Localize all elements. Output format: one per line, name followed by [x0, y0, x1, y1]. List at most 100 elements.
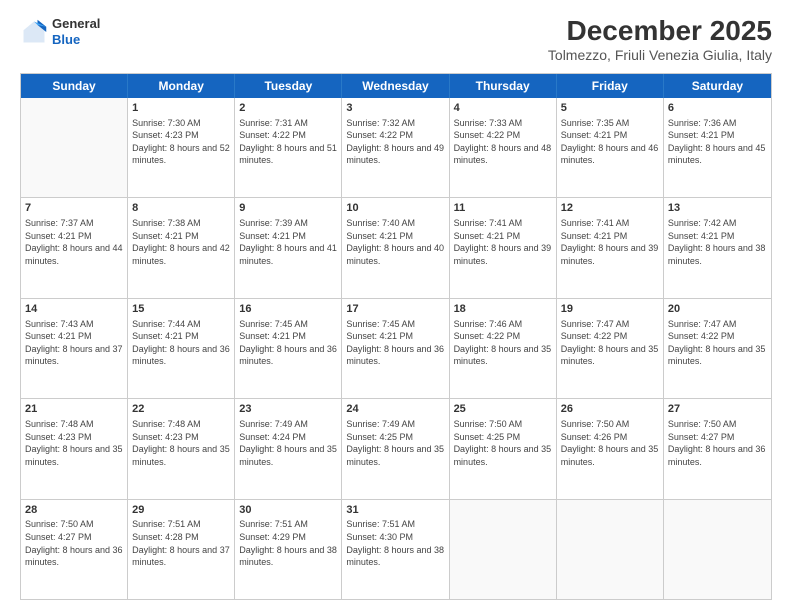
logo-blue-text: Blue [52, 32, 100, 48]
calendar-cell: 23Sunrise: 7:49 AMSunset: 4:24 PMDayligh… [235, 399, 342, 498]
calendar-cell: 21Sunrise: 7:48 AMSunset: 4:23 PMDayligh… [21, 399, 128, 498]
day-number: 16 [239, 302, 337, 317]
calendar-body: 1Sunrise: 7:30 AMSunset: 4:23 PMDaylight… [21, 98, 771, 599]
day-info: Sunrise: 7:47 AMSunset: 4:22 PMDaylight:… [668, 318, 767, 368]
day-info: Sunrise: 7:32 AMSunset: 4:22 PMDaylight:… [346, 117, 444, 167]
day-number: 27 [668, 402, 767, 417]
calendar-cell: 26Sunrise: 7:50 AMSunset: 4:26 PMDayligh… [557, 399, 664, 498]
day-number: 28 [25, 503, 123, 518]
calendar-cell: 5Sunrise: 7:35 AMSunset: 4:21 PMDaylight… [557, 98, 664, 197]
calendar-cell: 4Sunrise: 7:33 AMSunset: 4:22 PMDaylight… [450, 98, 557, 197]
calendar-cell: 15Sunrise: 7:44 AMSunset: 4:21 PMDayligh… [128, 299, 235, 398]
day-number: 17 [346, 302, 444, 317]
calendar-cell: 19Sunrise: 7:47 AMSunset: 4:22 PMDayligh… [557, 299, 664, 398]
day-number: 29 [132, 503, 230, 518]
day-info: Sunrise: 7:51 AMSunset: 4:29 PMDaylight:… [239, 518, 337, 568]
day-number: 8 [132, 201, 230, 216]
calendar-cell: 14Sunrise: 7:43 AMSunset: 4:21 PMDayligh… [21, 299, 128, 398]
day-info: Sunrise: 7:44 AMSunset: 4:21 PMDaylight:… [132, 318, 230, 368]
calendar-header-cell: Saturday [664, 74, 771, 98]
day-info: Sunrise: 7:38 AMSunset: 4:21 PMDaylight:… [132, 217, 230, 267]
day-number: 25 [454, 402, 552, 417]
calendar-cell: 31Sunrise: 7:51 AMSunset: 4:30 PMDayligh… [342, 500, 449, 599]
calendar-header-cell: Monday [128, 74, 235, 98]
calendar-row: 7Sunrise: 7:37 AMSunset: 4:21 PMDaylight… [21, 198, 771, 298]
day-number: 5 [561, 101, 659, 116]
day-info: Sunrise: 7:47 AMSunset: 4:22 PMDaylight:… [561, 318, 659, 368]
day-info: Sunrise: 7:50 AMSunset: 4:27 PMDaylight:… [25, 518, 123, 568]
day-number: 18 [454, 302, 552, 317]
calendar-cell [664, 500, 771, 599]
day-number: 2 [239, 101, 337, 116]
calendar-cell: 25Sunrise: 7:50 AMSunset: 4:25 PMDayligh… [450, 399, 557, 498]
day-info: Sunrise: 7:40 AMSunset: 4:21 PMDaylight:… [346, 217, 444, 267]
calendar-cell: 6Sunrise: 7:36 AMSunset: 4:21 PMDaylight… [664, 98, 771, 197]
day-info: Sunrise: 7:41 AMSunset: 4:21 PMDaylight:… [561, 217, 659, 267]
title-block: December 2025 Tolmezzo, Friuli Venezia G… [548, 16, 772, 63]
day-info: Sunrise: 7:33 AMSunset: 4:22 PMDaylight:… [454, 117, 552, 167]
day-info: Sunrise: 7:46 AMSunset: 4:22 PMDaylight:… [454, 318, 552, 368]
calendar: SundayMondayTuesdayWednesdayThursdayFrid… [20, 73, 772, 600]
day-number: 26 [561, 402, 659, 417]
calendar-header: SundayMondayTuesdayWednesdayThursdayFrid… [21, 74, 771, 98]
calendar-row: 1Sunrise: 7:30 AMSunset: 4:23 PMDaylight… [21, 98, 771, 198]
calendar-cell: 9Sunrise: 7:39 AMSunset: 4:21 PMDaylight… [235, 198, 342, 297]
day-number: 11 [454, 201, 552, 216]
calendar-cell: 7Sunrise: 7:37 AMSunset: 4:21 PMDaylight… [21, 198, 128, 297]
day-number: 12 [561, 201, 659, 216]
day-info: Sunrise: 7:30 AMSunset: 4:23 PMDaylight:… [132, 117, 230, 167]
calendar-cell: 22Sunrise: 7:48 AMSunset: 4:23 PMDayligh… [128, 399, 235, 498]
day-info: Sunrise: 7:50 AMSunset: 4:26 PMDaylight:… [561, 418, 659, 468]
day-info: Sunrise: 7:45 AMSunset: 4:21 PMDaylight:… [346, 318, 444, 368]
calendar-cell: 11Sunrise: 7:41 AMSunset: 4:21 PMDayligh… [450, 198, 557, 297]
day-number: 15 [132, 302, 230, 317]
day-info: Sunrise: 7:49 AMSunset: 4:25 PMDaylight:… [346, 418, 444, 468]
calendar-row: 21Sunrise: 7:48 AMSunset: 4:23 PMDayligh… [21, 399, 771, 499]
day-number: 22 [132, 402, 230, 417]
day-info: Sunrise: 7:48 AMSunset: 4:23 PMDaylight:… [25, 418, 123, 468]
calendar-cell: 2Sunrise: 7:31 AMSunset: 4:22 PMDaylight… [235, 98, 342, 197]
day-info: Sunrise: 7:39 AMSunset: 4:21 PMDaylight:… [239, 217, 337, 267]
day-info: Sunrise: 7:35 AMSunset: 4:21 PMDaylight:… [561, 117, 659, 167]
day-info: Sunrise: 7:50 AMSunset: 4:27 PMDaylight:… [668, 418, 767, 468]
day-info: Sunrise: 7:50 AMSunset: 4:25 PMDaylight:… [454, 418, 552, 468]
day-number: 23 [239, 402, 337, 417]
day-info: Sunrise: 7:37 AMSunset: 4:21 PMDaylight:… [25, 217, 123, 267]
calendar-cell: 28Sunrise: 7:50 AMSunset: 4:27 PMDayligh… [21, 500, 128, 599]
day-info: Sunrise: 7:49 AMSunset: 4:24 PMDaylight:… [239, 418, 337, 468]
day-number: 30 [239, 503, 337, 518]
day-info: Sunrise: 7:51 AMSunset: 4:28 PMDaylight:… [132, 518, 230, 568]
calendar-header-cell: Friday [557, 74, 664, 98]
calendar-cell: 3Sunrise: 7:32 AMSunset: 4:22 PMDaylight… [342, 98, 449, 197]
calendar-cell: 12Sunrise: 7:41 AMSunset: 4:21 PMDayligh… [557, 198, 664, 297]
logo-text: General Blue [52, 16, 100, 47]
day-number: 19 [561, 302, 659, 317]
day-number: 10 [346, 201, 444, 216]
calendar-cell: 1Sunrise: 7:30 AMSunset: 4:23 PMDaylight… [128, 98, 235, 197]
calendar-header-cell: Thursday [450, 74, 557, 98]
day-number: 14 [25, 302, 123, 317]
calendar-row: 28Sunrise: 7:50 AMSunset: 4:27 PMDayligh… [21, 500, 771, 599]
day-number: 21 [25, 402, 123, 417]
calendar-cell: 10Sunrise: 7:40 AMSunset: 4:21 PMDayligh… [342, 198, 449, 297]
calendar-cell: 29Sunrise: 7:51 AMSunset: 4:28 PMDayligh… [128, 500, 235, 599]
day-number: 4 [454, 101, 552, 116]
day-info: Sunrise: 7:51 AMSunset: 4:30 PMDaylight:… [346, 518, 444, 568]
calendar-cell [450, 500, 557, 599]
calendar-cell: 8Sunrise: 7:38 AMSunset: 4:21 PMDaylight… [128, 198, 235, 297]
calendar-cell [21, 98, 128, 197]
day-info: Sunrise: 7:45 AMSunset: 4:21 PMDaylight:… [239, 318, 337, 368]
day-info: Sunrise: 7:31 AMSunset: 4:22 PMDaylight:… [239, 117, 337, 167]
day-info: Sunrise: 7:36 AMSunset: 4:21 PMDaylight:… [668, 117, 767, 167]
calendar-cell: 13Sunrise: 7:42 AMSunset: 4:21 PMDayligh… [664, 198, 771, 297]
header: General Blue December 2025 Tolmezzo, Fri… [20, 16, 772, 63]
calendar-header-cell: Tuesday [235, 74, 342, 98]
logo-icon [20, 18, 48, 46]
day-info: Sunrise: 7:42 AMSunset: 4:21 PMDaylight:… [668, 217, 767, 267]
day-info: Sunrise: 7:41 AMSunset: 4:21 PMDaylight:… [454, 217, 552, 267]
day-number: 24 [346, 402, 444, 417]
day-info: Sunrise: 7:43 AMSunset: 4:21 PMDaylight:… [25, 318, 123, 368]
calendar-cell: 24Sunrise: 7:49 AMSunset: 4:25 PMDayligh… [342, 399, 449, 498]
logo: General Blue [20, 16, 100, 47]
day-number: 13 [668, 201, 767, 216]
